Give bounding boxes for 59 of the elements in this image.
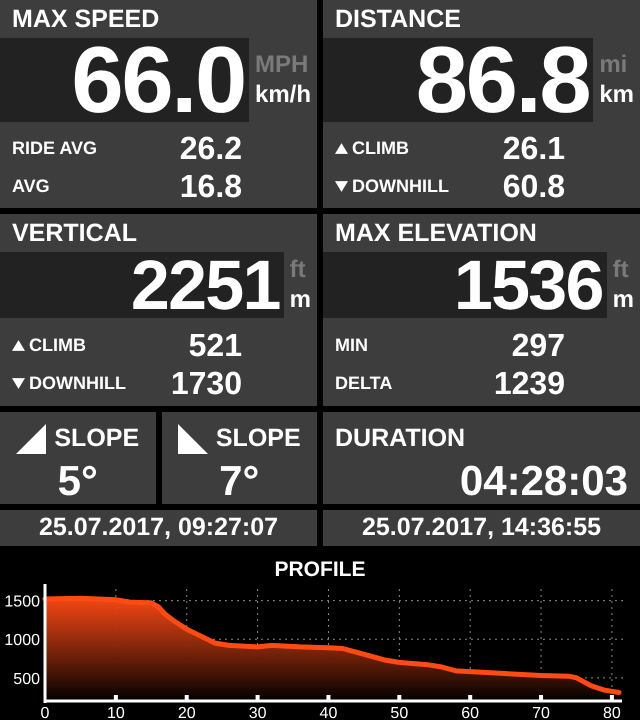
- incline-icon: [16, 424, 46, 454]
- value-display: 86.8: [323, 38, 594, 122]
- axis-tick-label: 20: [178, 705, 196, 720]
- axis-tick-label: 40: [320, 705, 338, 720]
- value-display: 2251: [0, 252, 284, 318]
- stat-label: CLIMB: [29, 334, 86, 356]
- decline-icon: [178, 424, 208, 454]
- unit-label: mi: [599, 50, 628, 80]
- axis-tick-label: 60: [461, 705, 480, 720]
- axis-tick-label: 1500: [4, 594, 40, 611]
- panel-title: VERTICAL: [11, 218, 138, 249]
- panel-title: MAX SPEED: [11, 4, 160, 35]
- unit-label: ft: [290, 255, 306, 285]
- down-triangle-icon: [335, 180, 348, 192]
- date-time-panel: 25.07.2017, 09:27:07: [0, 510, 317, 546]
- stat-value: 1730: [170, 364, 242, 403]
- up-triangle-icon: [335, 142, 348, 154]
- duration-value: 04:28:03: [460, 458, 628, 504]
- axis-tick-label: 30: [248, 705, 266, 720]
- stat-label: CLIMB: [352, 136, 409, 160]
- stat-value: 16.8: [178, 167, 242, 206]
- axis-tick-label: 80: [603, 705, 621, 720]
- value-display: 66.0: [0, 38, 249, 122]
- stat-value: 1239: [492, 364, 565, 403]
- stat-value: 521: [188, 326, 242, 365]
- panel-title: DISTANCE: [334, 4, 462, 35]
- date-time-panel: 25.07.2017, 14:36:55: [323, 510, 640, 546]
- stat-label: AVG: [12, 174, 50, 198]
- panel-title: MAX ELEVATION: [334, 218, 538, 249]
- unit-label: MPH: [254, 50, 308, 80]
- chart-title: PROFILE: [273, 557, 366, 583]
- axis-tick-label: 0: [40, 705, 50, 720]
- slope-title: SLOPE: [216, 423, 301, 454]
- stat-value: 60.8: [502, 167, 565, 206]
- stat-label: DOWNHILL: [29, 372, 126, 394]
- unit-label: m: [290, 285, 311, 315]
- stat-value: 26.2: [178, 129, 242, 168]
- down-triangle-icon: [12, 378, 25, 388]
- up-triangle-icon: [12, 340, 25, 350]
- stat-label: MIN: [335, 334, 368, 356]
- unit-label: m: [612, 285, 634, 315]
- axis-tick-label: 50: [390, 705, 408, 720]
- stat-label: RIDE AVG: [12, 136, 98, 160]
- unit-label: km/h: [254, 80, 311, 110]
- stat-label: DELTA: [335, 372, 392, 394]
- slope-value: 5°: [58, 458, 98, 504]
- stat-value: 26.1: [502, 129, 565, 168]
- value-display: 1536: [323, 252, 607, 318]
- duration-title: DURATION: [335, 423, 466, 454]
- unit-label: km: [599, 80, 634, 110]
- stat-value: 297: [510, 326, 565, 365]
- slope-value: 7°: [219, 458, 260, 504]
- axis-tick-label: 70: [532, 705, 550, 720]
- stat-label: DOWNHILL: [352, 174, 449, 198]
- unit-label: ft: [612, 255, 629, 285]
- slope-title: SLOPE: [54, 423, 140, 454]
- axis-tick-label: 1000: [4, 632, 40, 650]
- axis-tick-label: 10: [106, 705, 125, 720]
- axis-tick-label: 500: [13, 670, 40, 688]
